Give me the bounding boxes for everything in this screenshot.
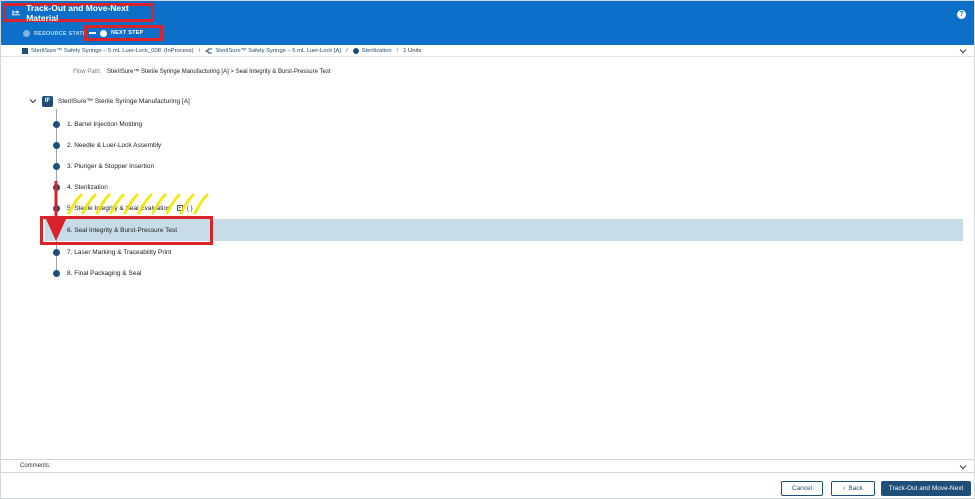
wizard-header: Track-Out and Move-Next Material ? RESOU…: [1, 1, 974, 45]
flow-step-label: 2. Needle & Luer-Lock Assembly: [67, 141, 162, 149]
step-node-icon: [53, 120, 60, 128]
flow-step-label: 3. Plunger & Stopper Insertion: [67, 162, 155, 170]
product-icon: [205, 48, 213, 53]
breadcrumb-step[interactable]: Sterilization: [362, 48, 392, 54]
comments-section[interactable]: Comments:: [1, 459, 974, 473]
step-indicator-icon: [100, 29, 107, 37]
step-node-icon: [53, 248, 60, 256]
step-node-icon: [53, 162, 60, 170]
chevron-left-icon: ‹: [843, 485, 846, 492]
chevron-down-icon[interactable]: [29, 97, 37, 105]
step-connector: [89, 32, 96, 34]
step-next-step[interactable]: NEXT STEP: [84, 25, 163, 41]
flow-step-7[interactable]: 7. Laser Marking & Traceability Print: [51, 245, 171, 259]
breadcrumb-separator: /: [198, 47, 201, 54]
flow-step-label: 1. Barrel Injection Molding: [67, 120, 143, 128]
yellow-scribble-annotation: [67, 193, 209, 215]
breadcrumb-material[interactable]: SterilSure™ Safety Syringe – 5 mL Luer-L…: [31, 48, 161, 54]
breadcrumb-state: (InProcess): [163, 47, 194, 54]
wizard-title-text: Track-Out and Move-Next Material: [26, 2, 129, 23]
track-out-move-next-button[interactable]: Track-Out and Move-Next: [881, 481, 971, 496]
track-out-icon: [12, 10, 21, 16]
flow-path-value: SterilSure™ Sterile Syringe Manufacturin…: [107, 69, 331, 75]
breadcrumb-product[interactable]: SterilSure™ Safety Syringe – 5 mL Luer-L…: [215, 48, 341, 54]
flow-icon: IF: [42, 95, 53, 107]
breadcrumb-separator: /: [346, 47, 348, 54]
flow-step-2[interactable]: 2. Needle & Luer-Lock Assembly: [51, 138, 161, 152]
app-frame: Track-Out and Move-Next Material ? RESOU…: [0, 0, 975, 499]
step-label: NEXT STEP: [111, 30, 144, 36]
chevron-down-icon[interactable]: [959, 47, 967, 55]
step-node-icon: [53, 269, 60, 277]
chevron-down-icon[interactable]: [959, 463, 967, 471]
flow-step-1[interactable]: 1. Barrel Injection Molding: [51, 117, 142, 131]
help-icon[interactable]: ?: [957, 10, 966, 19]
breadcrumb: SterilSure™ Safety Syringe – 5 mL Luer-L…: [1, 45, 974, 57]
step-resource-state[interactable]: RESOURCE STATE: [23, 27, 87, 40]
cancel-button[interactable]: Cancel: [781, 481, 823, 496]
flow-step-label: 8. Final Packaging & Seal: [67, 269, 142, 277]
comments-label: Comments:: [20, 463, 51, 469]
material-icon: [22, 47, 28, 54]
flow-path: Flow Path: SterilSure™ Sterile Syringe M…: [73, 69, 331, 75]
step-indicator-icon: [23, 30, 30, 37]
red-highlight-box: [40, 216, 213, 245]
flow-step-label: 7. Laser Marking & Traceability Print: [67, 248, 172, 256]
flow-tree-root[interactable]: IF SterilSure™ Sterile Syringe Manufactu…: [29, 95, 190, 107]
wizard-title: Track-Out and Move-Next Material: [3, 2, 154, 23]
step-node-icon: [53, 141, 60, 149]
flow-step-8[interactable]: 8. Final Packaging & Seal: [51, 266, 141, 280]
flow-step-3[interactable]: 3. Plunger & Stopper Insertion: [51, 159, 154, 173]
flow-root-label: SterilSure™ Sterile Syringe Manufacturin…: [58, 97, 190, 105]
back-button-label: Back: [848, 485, 863, 492]
step-label: RESOURCE STATE: [34, 30, 87, 37]
flow-path-label: Flow Path:: [73, 69, 102, 75]
step-icon: [352, 47, 359, 54]
back-button[interactable]: ‹ Back: [831, 481, 875, 496]
breadcrumb-separator: /: [396, 47, 399, 54]
breadcrumb-units: 1 Units: [403, 47, 422, 54]
